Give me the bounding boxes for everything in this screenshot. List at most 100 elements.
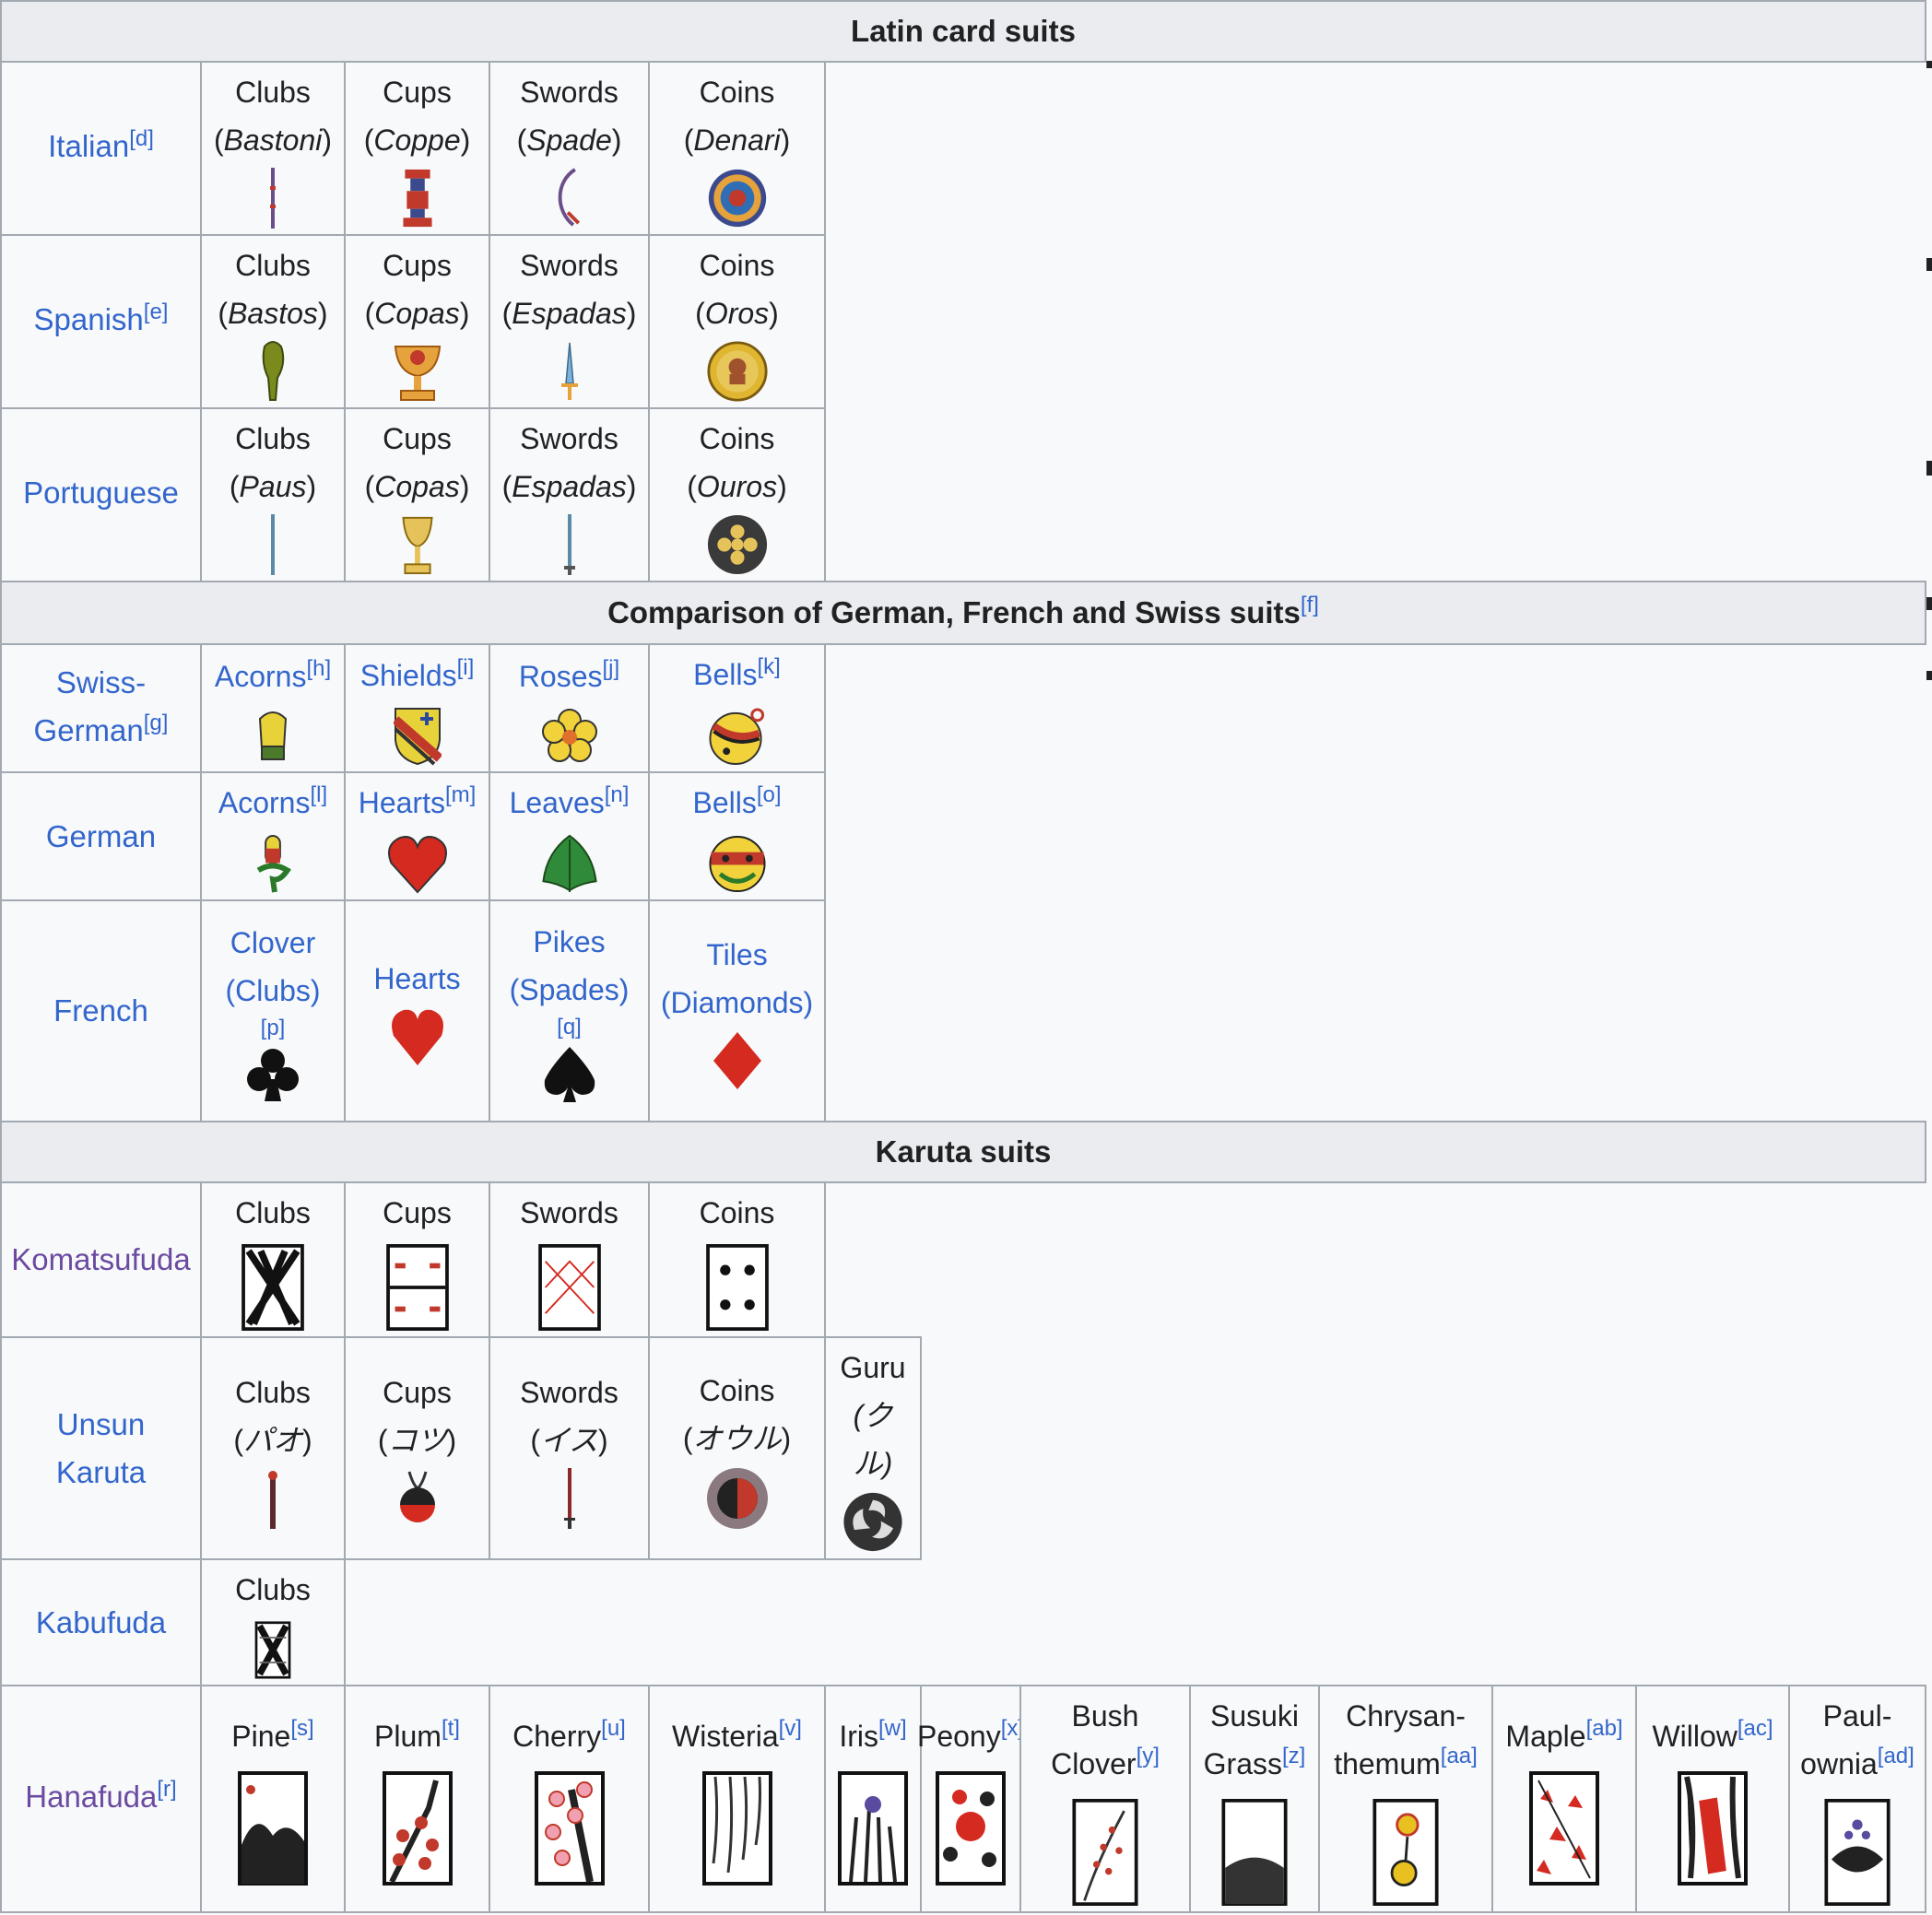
- footnote-ref[interactable]: [w]: [878, 1716, 907, 1741]
- footnote-ref[interactable]: [u]: [601, 1716, 626, 1741]
- spanish-sword-icon[interactable]: [556, 341, 583, 402]
- footnote-ref[interactable]: [k]: [758, 654, 781, 679]
- peony-card-icon[interactable]: [936, 1771, 1006, 1886]
- german-heart-icon[interactable]: [385, 834, 450, 894]
- footnote-ref[interactable]: [ac]: [1738, 1716, 1773, 1741]
- suit-link[interactable]: Hearts: [373, 955, 460, 1003]
- footnote-ref[interactable]: [q]: [557, 1014, 582, 1041]
- suit-link[interactable]: Tiles: [706, 931, 767, 979]
- paulownia-card-icon[interactable]: [1822, 1799, 1892, 1906]
- italian-coin-icon[interactable]: [704, 168, 771, 229]
- suit-link[interactable]: Bells: [693, 658, 757, 691]
- suit-link[interactable]: Hearts: [359, 786, 445, 819]
- footnote-ref[interactable]: [r]: [157, 1777, 176, 1802]
- footnote-ref[interactable]: [ab]: [1586, 1716, 1623, 1741]
- german-bell-icon[interactable]: [707, 834, 768, 894]
- suit-link[interactable]: Clover: [230, 919, 315, 967]
- portuguese-sword-icon[interactable]: [560, 514, 579, 575]
- unsun-club-icon[interactable]: [264, 1468, 282, 1529]
- row-label[interactable]: Komatsufuda: [11, 1236, 190, 1284]
- row-label[interactable]: French: [53, 987, 148, 1035]
- footnote-ref[interactable]: [o]: [757, 782, 782, 807]
- wisteria-card-icon[interactable]: [701, 1771, 772, 1886]
- row-header-swiss-german[interactable]: Swiss- German[g]: [0, 643, 202, 773]
- row-label[interactable]: Unsun: [57, 1407, 145, 1441]
- spade-icon[interactable]: [543, 1045, 596, 1104]
- german-acorn-icon[interactable]: [254, 834, 291, 894]
- row-header-italian[interactable]: Italian[d]: [0, 61, 202, 236]
- row-label[interactable]: German: [46, 813, 156, 861]
- spanish-cup-icon[interactable]: [392, 341, 443, 402]
- iris-card-icon[interactable]: [838, 1771, 908, 1886]
- willow-card-icon[interactable]: [1678, 1771, 1748, 1886]
- footnote-ref[interactable]: [z]: [1282, 1744, 1305, 1768]
- row-label[interactable]: German: [34, 713, 144, 747]
- footnote-ref[interactable]: [h]: [306, 656, 331, 681]
- shield-icon[interactable]: [393, 707, 442, 766]
- row-label[interactable]: Kabufuda: [36, 1599, 166, 1647]
- plum-card-icon[interactable]: [382, 1771, 453, 1886]
- row-header-unsun-karuta[interactable]: Unsun Karuta: [0, 1336, 202, 1560]
- pine-card-icon[interactable]: [238, 1771, 308, 1886]
- suit-link[interactable]: Pikes: [533, 918, 605, 966]
- footnote-ref[interactable]: [ad]: [1878, 1744, 1914, 1768]
- row-header-french[interactable]: French: [0, 899, 202, 1122]
- susuki-grass-card-icon[interactable]: [1219, 1799, 1290, 1906]
- footnote-ref[interactable]: [m]: [445, 782, 476, 807]
- italian-sword-icon[interactable]: [551, 168, 588, 229]
- maple-card-icon[interactable]: [1529, 1771, 1599, 1886]
- bush-clover-card-icon[interactable]: [1070, 1799, 1140, 1906]
- footnote-ref[interactable]: [p]: [261, 1015, 286, 1042]
- portuguese-cup-icon[interactable]: [399, 514, 436, 575]
- komatsufuda-swords-card-icon[interactable]: [536, 1244, 603, 1331]
- suit-link[interactable]: Bells: [692, 786, 756, 819]
- row-header-hanafuda[interactable]: Hanafuda[r]: [0, 1685, 202, 1913]
- spanish-club-icon[interactable]: [259, 341, 287, 402]
- komatsufuda-clubs-card-icon[interactable]: [240, 1244, 306, 1331]
- row-header-spanish[interactable]: Spanish[e]: [0, 234, 202, 409]
- row-label[interactable]: Swiss-: [56, 665, 146, 699]
- guru-icon[interactable]: [841, 1491, 905, 1553]
- komatsufuda-cups-card-icon[interactable]: [384, 1244, 451, 1331]
- suit-link[interactable]: (Diamonds): [661, 979, 813, 1027]
- footnote-ref[interactable]: [e]: [144, 300, 169, 324]
- komatsufuda-coins-card-icon[interactable]: [704, 1244, 771, 1331]
- cherry-card-icon[interactable]: [534, 1771, 605, 1886]
- portuguese-coin-icon[interactable]: [705, 514, 770, 575]
- row-header-portuguese[interactable]: Portuguese: [0, 407, 202, 582]
- suit-link[interactable]: (Clubs): [225, 967, 320, 1015]
- footnote-ref[interactable]: [f]: [1301, 593, 1319, 617]
- footnote-ref[interactable]: [d]: [129, 126, 154, 151]
- footnote-ref[interactable]: [l]: [310, 782, 327, 807]
- portuguese-club-icon[interactable]: [264, 514, 282, 575]
- unsun-cup-icon[interactable]: [395, 1468, 441, 1529]
- footnote-ref[interactable]: [aa]: [1441, 1744, 1478, 1768]
- row-label[interactable]: Hanafuda: [25, 1780, 157, 1814]
- heart-icon[interactable]: [389, 1006, 446, 1067]
- kabufuda-clubs-card-icon[interactable]: [253, 1621, 293, 1679]
- footnote-ref[interactable]: [j]: [603, 656, 620, 681]
- unsun-sword-icon[interactable]: [560, 1467, 579, 1529]
- club-icon[interactable]: [244, 1046, 301, 1103]
- row-label[interactable]: Spanish: [34, 302, 144, 336]
- footnote-ref[interactable]: [v]: [779, 1716, 802, 1741]
- footnote-ref[interactable]: [s]: [290, 1716, 313, 1741]
- footnote-ref[interactable]: [y]: [1137, 1744, 1160, 1768]
- suit-link[interactable]: Leaves: [510, 786, 605, 819]
- footnote-ref[interactable]: [t]: [442, 1716, 460, 1741]
- chrysanthemum-card-icon[interactable]: [1371, 1799, 1441, 1906]
- leaf-icon[interactable]: [539, 834, 600, 894]
- row-header-kabufuda[interactable]: Kabufuda: [0, 1558, 202, 1686]
- suit-link[interactable]: (Spades): [510, 966, 630, 1014]
- row-header-german[interactable]: German: [0, 771, 202, 901]
- suit-link[interactable]: Shields: [360, 659, 457, 692]
- suit-link[interactable]: Acorns: [218, 786, 311, 819]
- diamond-icon[interactable]: [712, 1030, 763, 1091]
- footnote-ref[interactable]: [g]: [144, 711, 169, 735]
- suit-link[interactable]: Roses: [519, 660, 603, 693]
- swiss-bell-icon[interactable]: [704, 706, 771, 766]
- suit-link[interactable]: Acorns: [215, 660, 307, 693]
- row-label[interactable]: Italian: [48, 129, 129, 163]
- swiss-acorn-icon[interactable]: [254, 708, 291, 765]
- row-label[interactable]: Karuta: [56, 1455, 146, 1489]
